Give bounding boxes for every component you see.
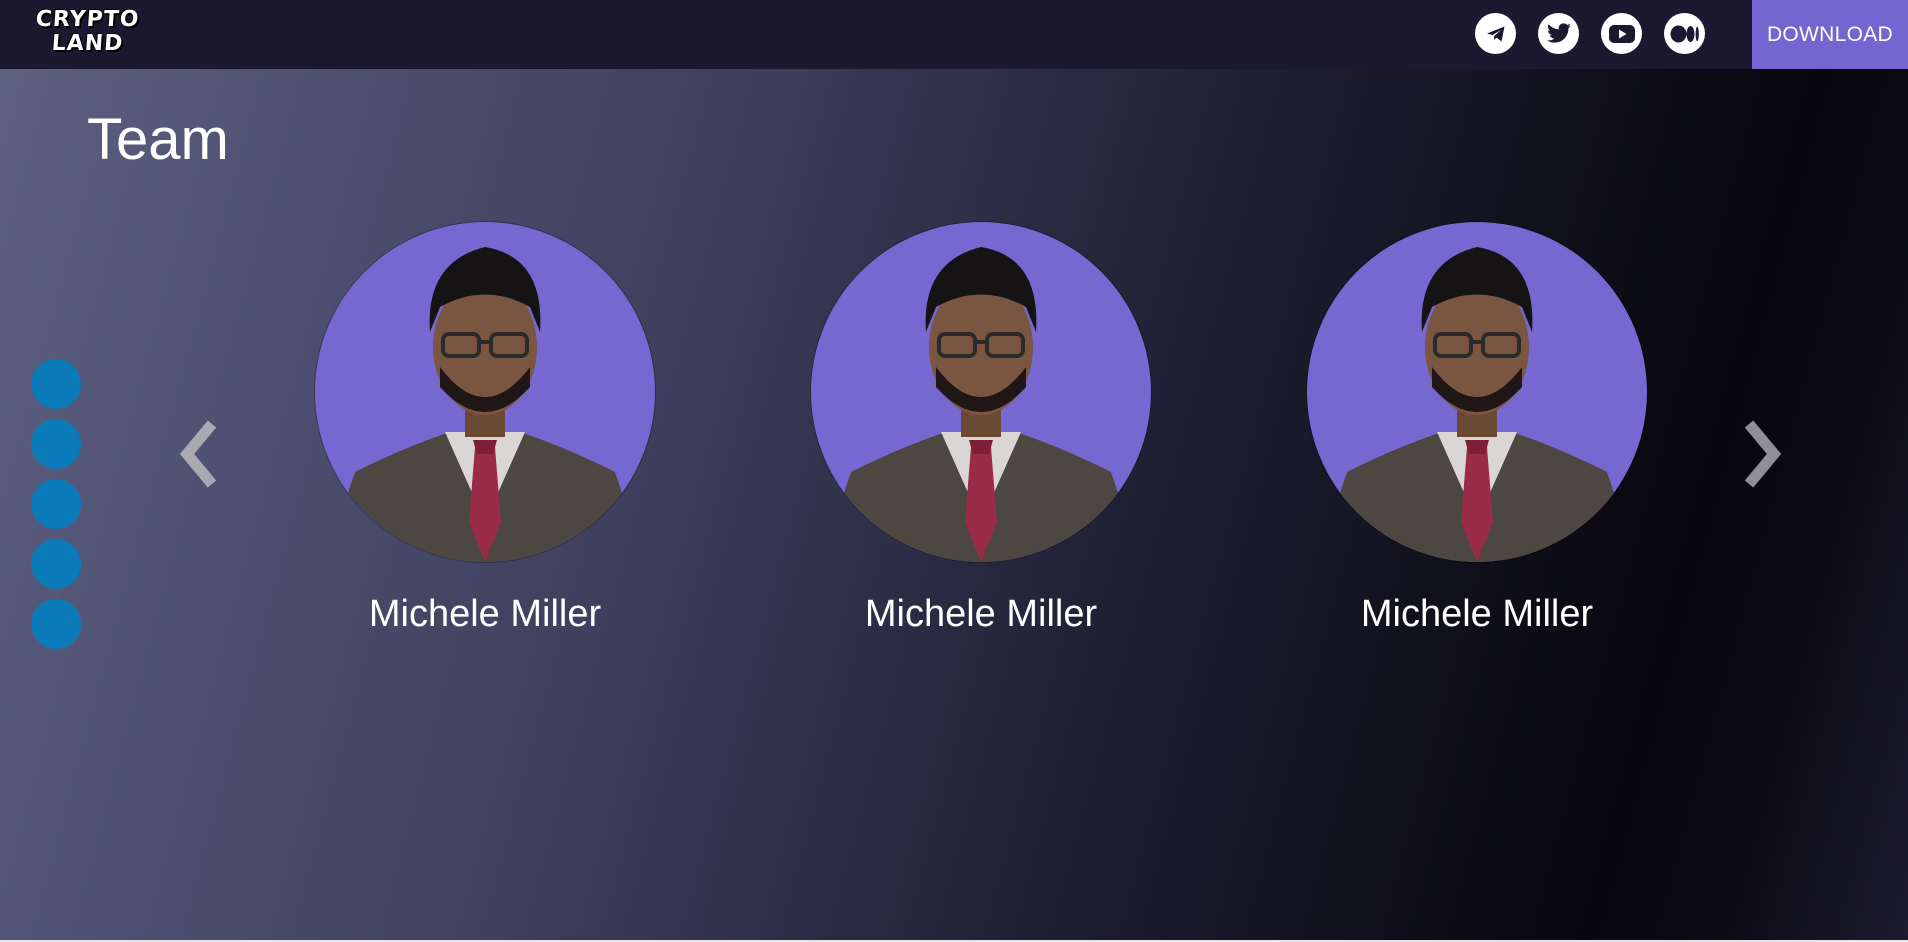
download-button[interactable]: DOWNLOAD bbox=[1752, 0, 1908, 69]
page-dots bbox=[31, 359, 81, 649]
member-name: Michele Miller bbox=[864, 593, 1098, 635]
twitter-link[interactable] bbox=[1538, 13, 1579, 54]
telegram-link[interactable] bbox=[1475, 13, 1516, 54]
team-member-card-2[interactable]: Michele Miller bbox=[811, 222, 1151, 636]
avatar-portrait bbox=[325, 247, 645, 562]
carousel-next-button[interactable] bbox=[1734, 414, 1794, 494]
chevron-left-icon bbox=[167, 420, 227, 498]
youtube-icon bbox=[1608, 23, 1636, 45]
avatar-portrait bbox=[1317, 247, 1637, 562]
twitter-icon bbox=[1546, 22, 1572, 45]
member-avatar bbox=[315, 222, 655, 562]
member-name: Michele Miller bbox=[1360, 593, 1594, 635]
crypto-land-logo[interactable]: CRYPTO LAND bbox=[30, 7, 145, 62]
logo-line-1: CRYPTO bbox=[34, 7, 141, 32]
youtube-link[interactable] bbox=[1601, 13, 1642, 54]
telegram-icon bbox=[1484, 22, 1508, 46]
page-dot-2[interactable] bbox=[31, 419, 81, 469]
page-dot-5[interactable] bbox=[31, 599, 81, 649]
page-dot-3[interactable] bbox=[31, 479, 81, 529]
team-section: Team Michele Miller Michele Miller Miche… bbox=[0, 69, 1908, 941]
logo-line-2: LAND bbox=[50, 31, 125, 56]
avatar-portrait bbox=[821, 247, 1141, 562]
team-member-card-1[interactable]: Michele Miller bbox=[315, 222, 655, 636]
chevron-right-icon bbox=[1734, 420, 1794, 498]
page-dot-1[interactable] bbox=[31, 359, 81, 409]
section-title: Team bbox=[87, 107, 229, 172]
medium-icon bbox=[1670, 24, 1700, 44]
social-links bbox=[1475, 13, 1705, 54]
member-avatar bbox=[1307, 222, 1647, 562]
member-name: Michele Miller bbox=[368, 593, 602, 635]
team-member-card-3[interactable]: Michele Miller bbox=[1307, 222, 1647, 636]
medium-link[interactable] bbox=[1664, 13, 1705, 54]
carousel-prev-button[interactable] bbox=[167, 414, 227, 494]
member-avatar bbox=[811, 222, 1151, 562]
top-navbar: CRYPTO LAND DOWNLOAD bbox=[0, 0, 1908, 69]
page: CRYPTO LAND DOWNLOAD Team Michele Miller… bbox=[0, 0, 1908, 942]
page-dot-4[interactable] bbox=[31, 539, 81, 589]
